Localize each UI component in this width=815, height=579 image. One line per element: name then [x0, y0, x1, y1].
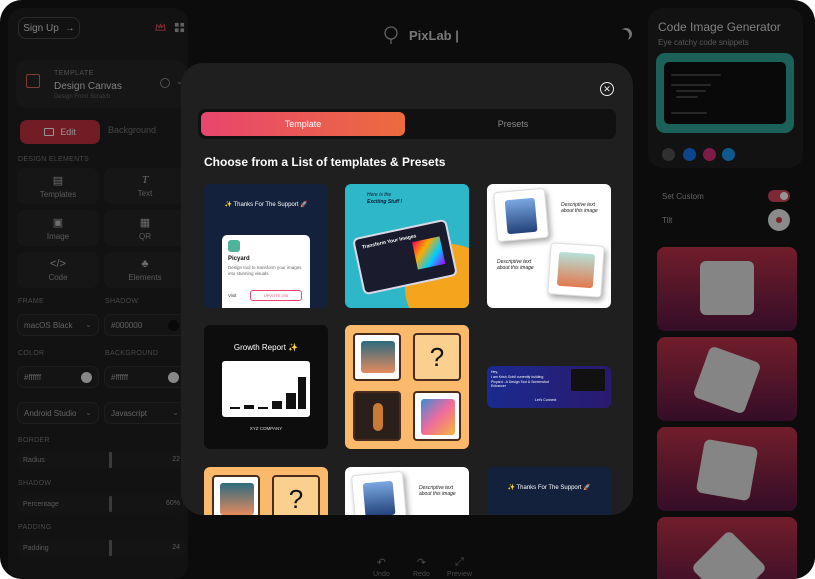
question-mark-icon: ?	[272, 475, 320, 515]
card-text-1: Here is the	[367, 192, 392, 198]
photo-illustration	[547, 242, 605, 298]
tile-art	[421, 399, 455, 435]
bar	[244, 405, 254, 409]
bar	[272, 401, 282, 409]
template-modal: ✕ Template Presets Choose from a List of…	[181, 63, 633, 515]
card-text: Descriptive text about this image	[497, 259, 534, 271]
close-icon[interactable]: ✕	[600, 82, 614, 96]
palette-graphic	[412, 236, 446, 270]
illustration-tile	[212, 475, 260, 515]
photo-art	[504, 197, 538, 235]
card-text: ✨ Thanks For The Support 🚀	[224, 202, 308, 208]
card-text: ✨ Thanks For The Support 🚀	[507, 485, 591, 491]
photo-illustration	[492, 187, 550, 243]
card-heading: Thanks For The Support	[233, 202, 299, 208]
illustration-tile	[353, 333, 401, 381]
card-text: Descriptive text about this image	[419, 485, 456, 497]
screen-text: Transform Your Images	[361, 233, 417, 251]
growth-title: Growth Report	[233, 343, 286, 352]
template-card-illustrations[interactable]: ?	[345, 325, 469, 449]
chart-box	[222, 361, 310, 417]
template-card-descriptive[interactable]: Descriptive text about this image Descri…	[487, 184, 611, 308]
product-logo-icon	[228, 240, 240, 252]
hey-line-3: Picyard - A Design Tool & Screenshot Enh…	[491, 380, 549, 388]
hey-line-1: Hey,	[491, 370, 498, 374]
hey-cta: Let's Connect	[535, 398, 557, 402]
tile-art	[220, 483, 254, 515]
template-card-illustrations-2[interactable]: ?	[204, 467, 328, 515]
visit-label: Visit	[228, 293, 237, 298]
card-heading: Thanks For The Support	[516, 485, 582, 491]
template-card-thanks-2[interactable]: ✨ Thanks For The Support 🚀	[487, 467, 611, 515]
hey-line-2: I am Krish Gohil currently building	[491, 375, 544, 379]
illustration-tile	[413, 391, 461, 441]
photo-art	[556, 251, 596, 289]
laptop-mockup	[571, 369, 605, 391]
question-mark-icon: ?	[413, 333, 461, 381]
app-window: Sign Up → TEMPLATE Design Canvas Design …	[0, 0, 815, 579]
card-title: Growth Report ✨	[233, 343, 299, 352]
photo-art	[362, 480, 396, 515]
tab-template[interactable]: Template	[201, 112, 405, 136]
modal-tabs: Template Presets	[198, 109, 616, 139]
modal-title: Choose from a List of templates & Preset…	[204, 155, 446, 169]
illustration-tile	[353, 391, 401, 441]
photo-illustration	[350, 470, 408, 515]
brand-name: Picyard	[228, 256, 250, 262]
bar	[258, 407, 268, 409]
template-card-growth[interactable]: Growth Report ✨ XYZ COMPANY	[204, 325, 328, 449]
upvote-badge: UPVOTE 200	[250, 290, 302, 301]
card-text-2: Exciting Stuff !	[367, 199, 403, 205]
bar	[230, 407, 240, 409]
company-name: XYZ COMPANY	[249, 426, 283, 431]
template-card-hey[interactable]: Hey, I am Krish Gohil currently building…	[487, 366, 611, 408]
template-card-exciting[interactable]: Here is the Exciting Stuff ! Transform Y…	[345, 184, 469, 308]
bar	[298, 377, 306, 409]
tab-presets[interactable]: Presets	[413, 112, 613, 136]
product-card: Picyard Design tool to transform your im…	[222, 235, 310, 308]
bar	[286, 393, 296, 409]
template-grid: ✨ Thanks For The Support 🚀 Picyard Desig…	[204, 184, 624, 515]
brand-description: Design tool to transform your images int…	[228, 265, 302, 276]
template-card-descriptive-2[interactable]: Descriptive text about this image	[345, 467, 469, 515]
tile-art	[373, 403, 383, 431]
card-text: Descriptive text about this image	[561, 202, 598, 214]
tile-art	[361, 341, 395, 373]
template-card-thanks[interactable]: ✨ Thanks For The Support 🚀 Picyard Desig…	[204, 184, 328, 308]
